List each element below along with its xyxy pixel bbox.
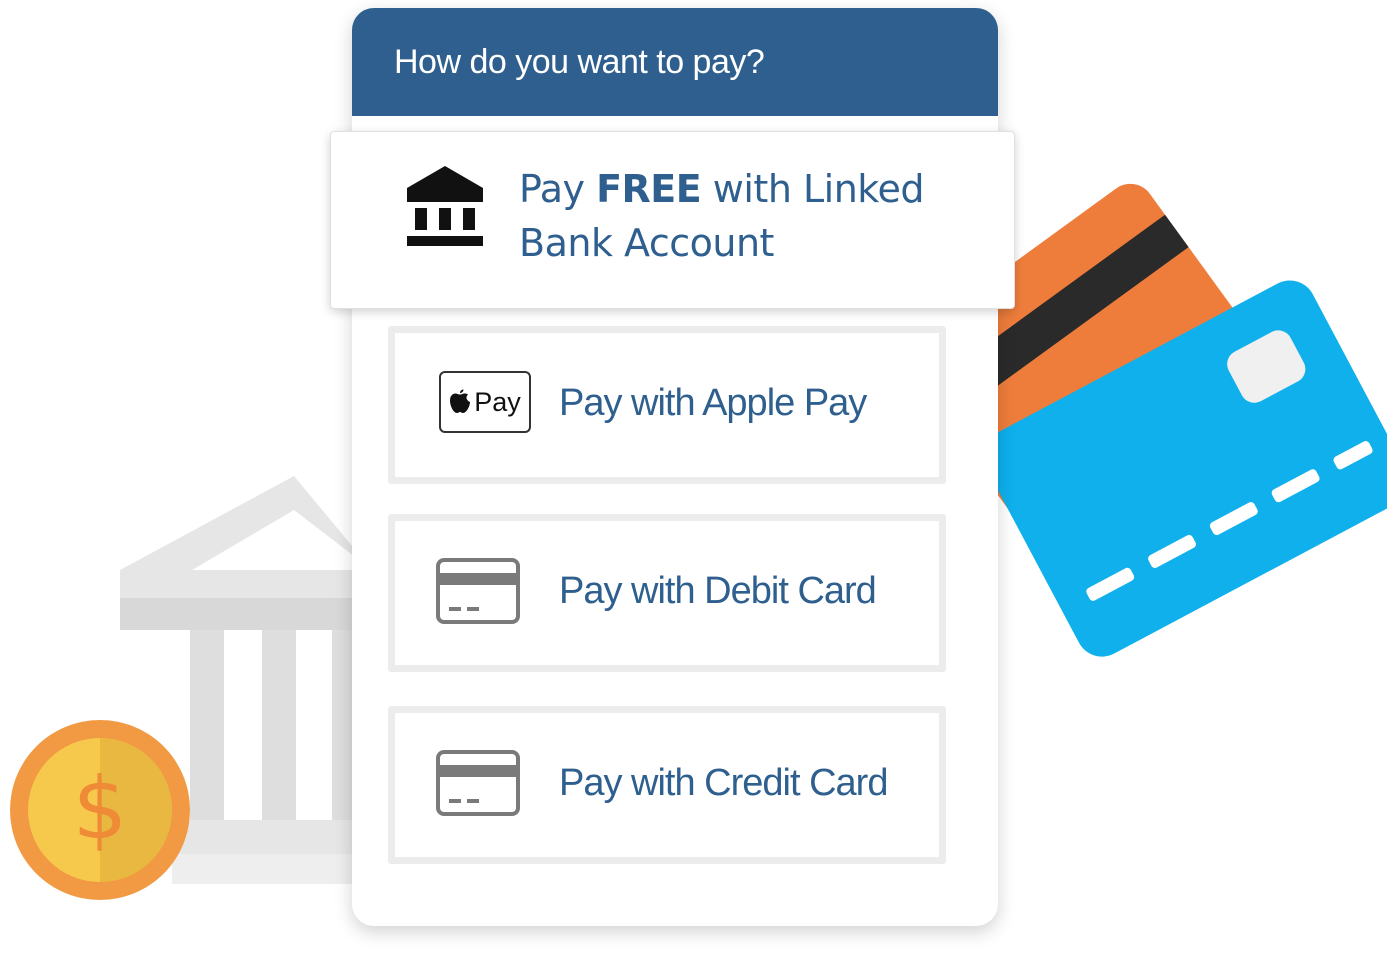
bank-option-label: Pay FREE with Linked Bank Account [519, 162, 969, 270]
apple-pay-icon: Pay [439, 371, 531, 433]
debit-card-label: Pay with Debit Card [559, 570, 877, 612]
bank-label-prefix: Pay [519, 167, 597, 211]
bank-label-emphasis: FREE [596, 167, 702, 211]
pay-with-credit-card-option[interactable]: Pay with Credit Card [388, 706, 946, 864]
coin-dollar-symbol: $ [73, 759, 128, 859]
apple-pay-label: Pay with Apple Pay [559, 382, 867, 424]
pay-with-bank-account-option[interactable]: Pay FREE with Linked Bank Account [330, 131, 1015, 309]
panel-title: How do you want to pay? [394, 42, 765, 81]
credit-card-icon [436, 750, 520, 816]
pay-with-apple-pay-option[interactable]: Pay Pay with Apple Pay [388, 326, 946, 484]
credit-cards-illustration [975, 183, 1387, 657]
bank-icon [407, 166, 483, 246]
apple-pay-badge-text: Pay [474, 386, 521, 417]
credit-card-label: Pay with Credit Card [559, 762, 888, 804]
debit-card-icon [436, 558, 520, 624]
apple-logo-icon [450, 389, 471, 413]
panel-header: How do you want to pay? [352, 8, 998, 116]
pay-with-debit-card-option[interactable]: Pay with Debit Card [388, 514, 946, 672]
dollar-coin-illustration: $ [10, 720, 190, 900]
